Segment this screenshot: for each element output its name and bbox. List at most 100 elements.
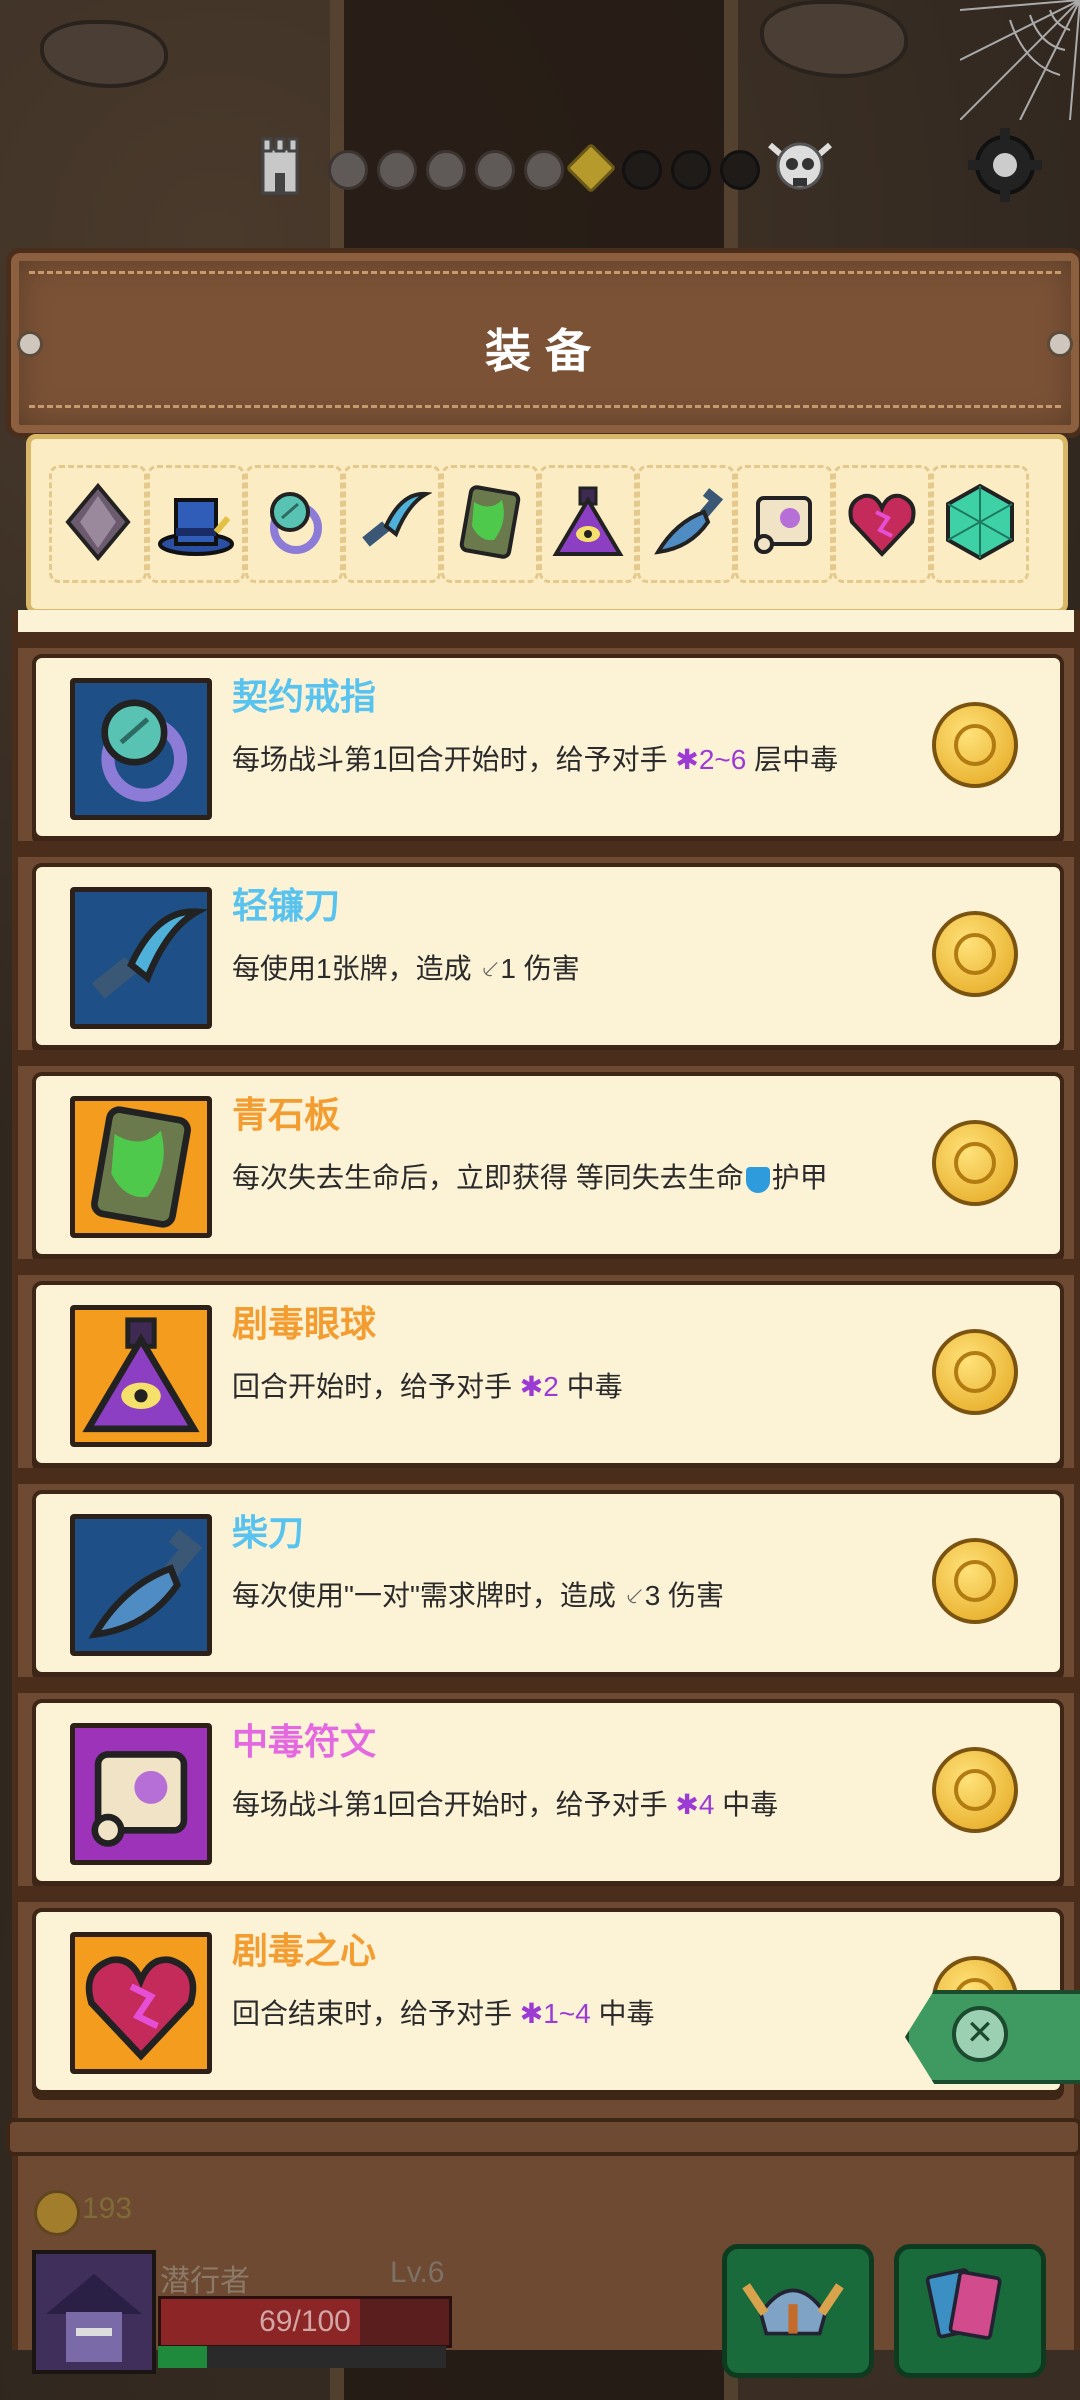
floor-node-current bbox=[565, 142, 617, 194]
hp-text: 69/100 bbox=[259, 2305, 351, 2338]
poison-icon: ✱ bbox=[519, 1371, 544, 1402]
equipment-card[interactable]: 青石板每次失去生命后，立即获得 等同失去生命 护甲 bbox=[32, 1072, 1064, 1258]
description-text: 每次使用"一对"需求牌时，造成 bbox=[232, 1580, 624, 1611]
effect-value: 2~6 bbox=[698, 744, 747, 775]
card-divider bbox=[18, 841, 1074, 857]
description-text: 每使用1张牌，造成 bbox=[232, 953, 480, 984]
armor-shield-icon bbox=[745, 1166, 770, 1193]
xp-fill bbox=[158, 2346, 207, 2368]
equipment-slot[interactable] bbox=[245, 465, 343, 583]
hp-bar: 69/100 bbox=[158, 2296, 452, 2348]
equipment-description: 每次失去生命后，立即获得 等同失去生命 护甲 bbox=[232, 1156, 828, 1196]
equipment-card[interactable]: 剧毒眼球 回合开始时，给予对手 ✱2 中毒 bbox=[32, 1281, 1064, 1467]
effect-value: 4 bbox=[698, 1789, 715, 1820]
scroll-icon bbox=[754, 496, 812, 554]
description-text: 每场战斗第1回合开始时，给予对手 bbox=[232, 744, 676, 775]
player-level: Lv.6 bbox=[390, 2256, 445, 2289]
potion-icon bbox=[82, 1317, 200, 1433]
card-divider bbox=[18, 1677, 1074, 1693]
description-text: 伤害 bbox=[660, 1580, 725, 1611]
equipment-slot[interactable] bbox=[49, 465, 147, 583]
player-name: 潜行者 bbox=[160, 2265, 250, 2298]
hat-icon bbox=[158, 498, 234, 556]
close-icon[interactable]: ✕ bbox=[952, 2006, 1008, 2062]
equipment-slot[interactable] bbox=[833, 465, 931, 583]
panel-footer bbox=[6, 2118, 1080, 2156]
gold-coin-icon[interactable] bbox=[932, 1120, 1018, 1206]
description-text: 回合结束时，给予对手 bbox=[232, 1998, 520, 2029]
xp-bar bbox=[158, 2346, 446, 2368]
equipment-card[interactable]: 中毒符文 每场战斗第1回合开始时，给予对手 ✱4 中毒 bbox=[32, 1699, 1064, 1885]
equipment-slot[interactable] bbox=[441, 465, 539, 583]
panel-title: 装备 bbox=[485, 325, 605, 377]
ring-icon bbox=[270, 492, 322, 554]
player-avatar[interactable] bbox=[32, 2250, 156, 2374]
equipment-icon-frame bbox=[70, 678, 212, 820]
equipment-description: 每次使用"一对"需求牌时，造成 ⸔3 伤害 bbox=[232, 1574, 724, 1614]
potion-icon bbox=[552, 486, 624, 556]
equipment-name: 柴刀 bbox=[232, 1512, 305, 1553]
equipment-description: 回合结束时，给予对手 ✱1~4 中毒 bbox=[232, 1992, 655, 2032]
castle-icon bbox=[261, 137, 299, 195]
equipment-card[interactable]: 轻镰刀 每使用1张牌，造成 ⸔1 伤害 bbox=[32, 863, 1064, 1049]
equipment-slot[interactable] bbox=[637, 465, 735, 583]
equipment-slot[interactable] bbox=[539, 465, 637, 583]
panel-header: 装备 bbox=[6, 248, 1080, 438]
equipment-card[interactable]: 柴刀每次使用"一对"需求牌时，造成 ⸔3 伤害 bbox=[32, 1490, 1064, 1676]
effect-value: 3 bbox=[644, 1580, 661, 1611]
clipped-card bbox=[18, 610, 1074, 634]
floor-node bbox=[622, 150, 662, 190]
description-text: 中毒 bbox=[714, 1789, 779, 1820]
floor-node bbox=[475, 150, 515, 190]
settings-gear-icon[interactable] bbox=[960, 120, 1050, 210]
gold-coin-icon[interactable] bbox=[932, 1538, 1018, 1624]
cleaver-icon bbox=[88, 1529, 203, 1639]
cleaver-icon bbox=[654, 488, 724, 555]
description-text: 护甲 bbox=[771, 1162, 828, 1193]
slate-icon bbox=[91, 1106, 191, 1228]
equipment-name: 剧毒眼球 bbox=[232, 1303, 377, 1344]
card-divider bbox=[18, 1050, 1074, 1066]
equipment-card[interactable]: 契约戒指 每场战斗第1回合开始时，给予对手 ✱2~6 层中毒 bbox=[32, 654, 1064, 840]
deck-button[interactable] bbox=[894, 2244, 1046, 2378]
gold-coin-icon bbox=[34, 2190, 80, 2236]
equipment-name: 中毒符文 bbox=[232, 1721, 377, 1762]
card-divider bbox=[18, 1468, 1074, 1484]
gold-coin-icon[interactable] bbox=[932, 1329, 1018, 1415]
description-text: 回合开始时，给予对手 bbox=[232, 1371, 520, 1402]
equipment-panel: 装备 契约戒指 每场战斗第1回合开始时，给予对手 ✱2~6 层中毒轻镰刀每使用1张… bbox=[6, 248, 1080, 2350]
boss-skull-icon bbox=[768, 142, 832, 190]
card-divider bbox=[18, 1886, 1074, 1902]
gold-amount: 193 bbox=[82, 2192, 133, 2225]
diamond-icon bbox=[65, 482, 131, 562]
effect-value: 2 bbox=[543, 1371, 559, 1402]
floor-node bbox=[671, 150, 711, 190]
gold-coin-icon[interactable] bbox=[932, 911, 1018, 997]
equipment-slot[interactable] bbox=[147, 465, 245, 583]
equipment-card[interactable]: 剧毒之心回合结束时，给予对手 ✱1~4 中毒 bbox=[32, 1908, 1064, 2094]
sickle-icon bbox=[362, 491, 432, 547]
equipment-name: 剧毒之心 bbox=[232, 1930, 377, 1971]
gold-coin-icon[interactable] bbox=[932, 1747, 1018, 1833]
scroll-icon bbox=[91, 1751, 188, 1847]
hero-button[interactable] bbox=[722, 2244, 874, 2378]
equipment-name: 青石板 bbox=[232, 1094, 341, 1135]
effect-value: 1 bbox=[500, 953, 516, 984]
equipment-name: 轻镰刀 bbox=[232, 885, 341, 926]
ring-icon bbox=[101, 699, 188, 802]
floor-progress bbox=[0, 0, 1080, 240]
cards-icon bbox=[925, 2268, 1002, 2340]
equipment-slot[interactable] bbox=[931, 465, 1029, 583]
equipment-slot[interactable] bbox=[735, 465, 833, 583]
equipment-tray bbox=[26, 434, 1068, 614]
equipment-icon-frame bbox=[70, 1305, 212, 1447]
gold-coin-icon[interactable] bbox=[932, 702, 1018, 788]
stitch bbox=[29, 405, 1061, 408]
heart-icon bbox=[848, 493, 916, 557]
effect-value: 1~4 bbox=[543, 1998, 591, 2029]
poison-icon: ✱ bbox=[675, 1789, 699, 1820]
equipment-icon-frame bbox=[70, 1723, 212, 1865]
equipment-list[interactable]: 契约戒指 每场战斗第1回合开始时，给予对手 ✱2~6 层中毒轻镰刀每使用1张牌，造… bbox=[12, 610, 1080, 2350]
equipment-slot[interactable] bbox=[343, 465, 441, 583]
heart-icon bbox=[85, 1956, 197, 2061]
